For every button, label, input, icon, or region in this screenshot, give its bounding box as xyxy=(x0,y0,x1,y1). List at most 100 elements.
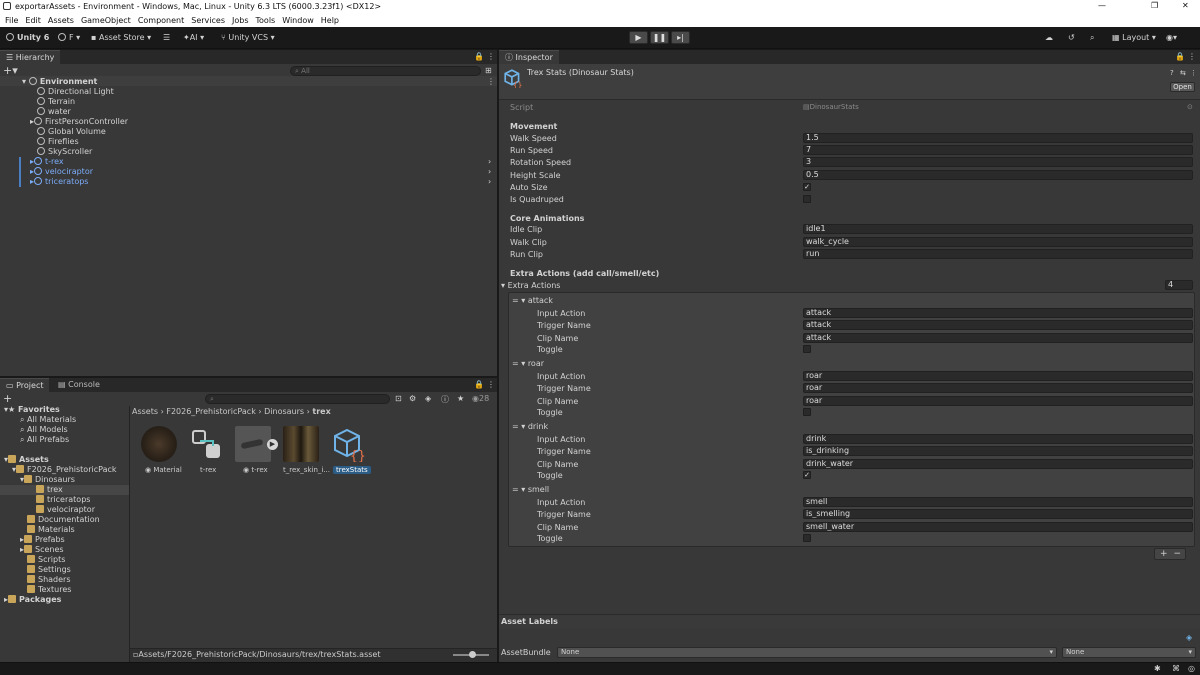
run-clip-field[interactable]: run xyxy=(803,249,1193,259)
folder-item-selected[interactable]: trex xyxy=(36,485,63,495)
drag-handle-icon[interactable]: = xyxy=(512,296,521,305)
walk-clip-field[interactable]: walk_cycle xyxy=(803,237,1193,247)
info-icon[interactable]: ⓘ xyxy=(441,394,449,405)
toggle-checkbox[interactable] xyxy=(803,345,811,353)
trigger-name-field[interactable]: is_drinking xyxy=(803,446,1193,456)
kebab-menu-icon[interactable]: ⋮ xyxy=(487,380,495,389)
history-icon[interactable]: ↺ xyxy=(1068,32,1075,44)
drag-handle-icon[interactable]: = xyxy=(512,485,521,494)
drag-handle-icon[interactable]: = xyxy=(512,422,521,431)
open-button[interactable]: Open xyxy=(1170,82,1195,92)
hierarchy-item[interactable]: water xyxy=(37,107,71,117)
preset-icon[interactable]: ⇆ xyxy=(1180,69,1186,77)
folder-item[interactable]: Documentation xyxy=(27,515,100,525)
minimize-button[interactable]: — xyxy=(1098,1,1106,10)
bug-icon[interactable]: ✱ xyxy=(1154,664,1161,673)
search-by-type-icon[interactable]: ⚙ xyxy=(409,394,416,403)
hierarchy-item[interactable]: SkyScroller xyxy=(37,147,92,157)
packages-root[interactable]: ▸ Packages xyxy=(4,595,61,605)
open-prefab-arrow-icon[interactable]: › xyxy=(488,157,491,166)
hierarchy-prefab-item[interactable]: ▸ triceratops xyxy=(30,177,88,187)
tab-console[interactable]: ▤ Console xyxy=(52,378,106,392)
help-button[interactable]: ◉▾ xyxy=(1166,32,1177,44)
menu-assets[interactable]: Assets xyxy=(48,16,74,25)
cloud-icon[interactable]: ☁ xyxy=(1045,32,1053,44)
hierarchy-item[interactable]: Fireflies xyxy=(37,137,79,147)
action-element[interactable]: = ▾ drink xyxy=(512,422,548,431)
expand-model-icon[interactable]: ▶ xyxy=(267,439,278,450)
folder-item[interactable]: Settings xyxy=(27,565,71,575)
texture-thumbnail[interactable] xyxy=(283,426,319,462)
breadcrumb-item[interactable]: F2026_PrehistoricPack xyxy=(166,407,255,416)
menu-icon[interactable]: ☰ xyxy=(163,32,170,44)
toggle-checkbox[interactable] xyxy=(803,408,811,416)
hierarchy-prefab-item[interactable]: ▸ t-rex xyxy=(30,157,64,167)
action-element[interactable]: = ▾ roar xyxy=(512,359,544,368)
star-icon[interactable]: ★ xyxy=(457,394,464,403)
action-element[interactable]: = ▾ smell xyxy=(512,485,549,494)
clip-name-field[interactable]: drink_water xyxy=(803,459,1193,469)
folder-item[interactable]: ▸ Scenes xyxy=(20,545,64,555)
tab-project[interactable]: ▭ Project xyxy=(0,378,50,392)
favorite-item[interactable]: ⌕ All Materials xyxy=(20,415,76,425)
create-asset-button[interactable]: + xyxy=(3,393,12,404)
favorite-item[interactable]: ⌕ All Prefabs xyxy=(20,435,69,445)
help-icon[interactable]: ? xyxy=(1170,69,1174,77)
clip-name-field[interactable]: attack xyxy=(803,333,1193,343)
rotation-speed-field[interactable]: 3 xyxy=(803,157,1193,167)
hierarchy-item[interactable]: Terrain xyxy=(37,97,75,107)
remove-element-button[interactable]: − xyxy=(1174,549,1182,559)
hidden-packages-count[interactable]: ◉28 xyxy=(472,394,489,403)
lock-icon[interactable]: 🔒 xyxy=(474,52,484,61)
drag-handle-icon[interactable]: = xyxy=(512,359,521,368)
model-thumbnail[interactable]: ▶ xyxy=(235,426,278,462)
input-action-field[interactable]: drink xyxy=(803,434,1193,444)
menu-tools[interactable]: Tools xyxy=(256,16,276,25)
network-icon[interactable]: ⌘ xyxy=(1172,664,1180,673)
trigger-name-field[interactable]: roar xyxy=(803,383,1193,393)
open-prefab-arrow-icon[interactable]: › xyxy=(488,167,491,176)
folder-item[interactable]: Materials xyxy=(27,525,75,535)
create-button[interactable]: +▾ xyxy=(3,65,18,76)
assets-root[interactable]: ▾ Assets xyxy=(4,455,49,465)
label-icon[interactable]: ◈ xyxy=(425,394,431,403)
close-button[interactable]: ✕ xyxy=(1182,1,1189,10)
variant-dropdown[interactable]: None ▾ xyxy=(1062,647,1196,658)
menu-component[interactable]: Component xyxy=(138,16,184,25)
folder-item[interactable]: ▸ Prefabs xyxy=(20,535,65,545)
kebab-menu-icon[interactable]: ⋮ xyxy=(487,52,495,61)
progress-icon[interactable]: ◎ xyxy=(1188,664,1195,673)
maximize-button[interactable]: ❐ xyxy=(1151,1,1158,10)
unity-vcs-button[interactable]: ⑂ Unity VCS ▾ xyxy=(221,32,275,44)
extra-actions-count[interactable]: 4 xyxy=(1165,280,1193,290)
menu-jobs[interactable]: Jobs xyxy=(232,16,249,25)
kebab-menu-icon[interactable]: ⋮ xyxy=(1190,69,1197,77)
idle-clip-field[interactable]: idle1 xyxy=(803,224,1193,234)
folder-item[interactable]: Shaders xyxy=(27,575,71,585)
input-action-field[interactable]: smell xyxy=(803,497,1193,507)
scene-options-icon[interactable]: ⊞ xyxy=(485,66,492,75)
search-icon[interactable]: ⌕ xyxy=(1090,32,1094,44)
toggle-checkbox[interactable]: ✓ xyxy=(803,471,811,479)
project-search-input[interactable]: ⌕ xyxy=(205,394,390,404)
hierarchy-item[interactable]: Global Volume xyxy=(37,127,106,137)
auto-size-checkbox[interactable]: ✓ xyxy=(803,183,811,191)
walk-speed-field[interactable]: 1.5 xyxy=(803,133,1193,143)
tab-inspector[interactable]: ⓘ Inspector xyxy=(499,50,559,64)
folder-item[interactable]: ▾ Dinosaurs xyxy=(20,475,75,485)
menu-gameobject[interactable]: GameObject xyxy=(81,16,131,25)
folder-item[interactable]: ▾ F2026_PrehistoricPack xyxy=(12,465,117,475)
hierarchy-item[interactable]: ▸ FirstPersonController xyxy=(30,117,128,127)
run-speed-field[interactable]: 7 xyxy=(803,145,1193,155)
layout-dropdown[interactable]: ▦ Layout ▾ xyxy=(1112,32,1156,44)
menu-services[interactable]: Services xyxy=(191,16,225,25)
ai-button[interactable]: ✦AI ▾ xyxy=(183,32,204,44)
folder-item[interactable]: Scripts xyxy=(27,555,65,565)
menu-edit[interactable]: Edit xyxy=(25,16,41,25)
folder-item[interactable]: Textures xyxy=(27,585,71,595)
scriptable-object-thumbnail[interactable]: {} xyxy=(331,426,367,464)
input-action-field[interactable]: attack xyxy=(803,308,1193,318)
assetbundle-dropdown[interactable]: None ▾ xyxy=(557,647,1057,658)
menu-help[interactable]: Help xyxy=(321,16,339,25)
clip-name-field[interactable]: roar xyxy=(803,396,1193,406)
